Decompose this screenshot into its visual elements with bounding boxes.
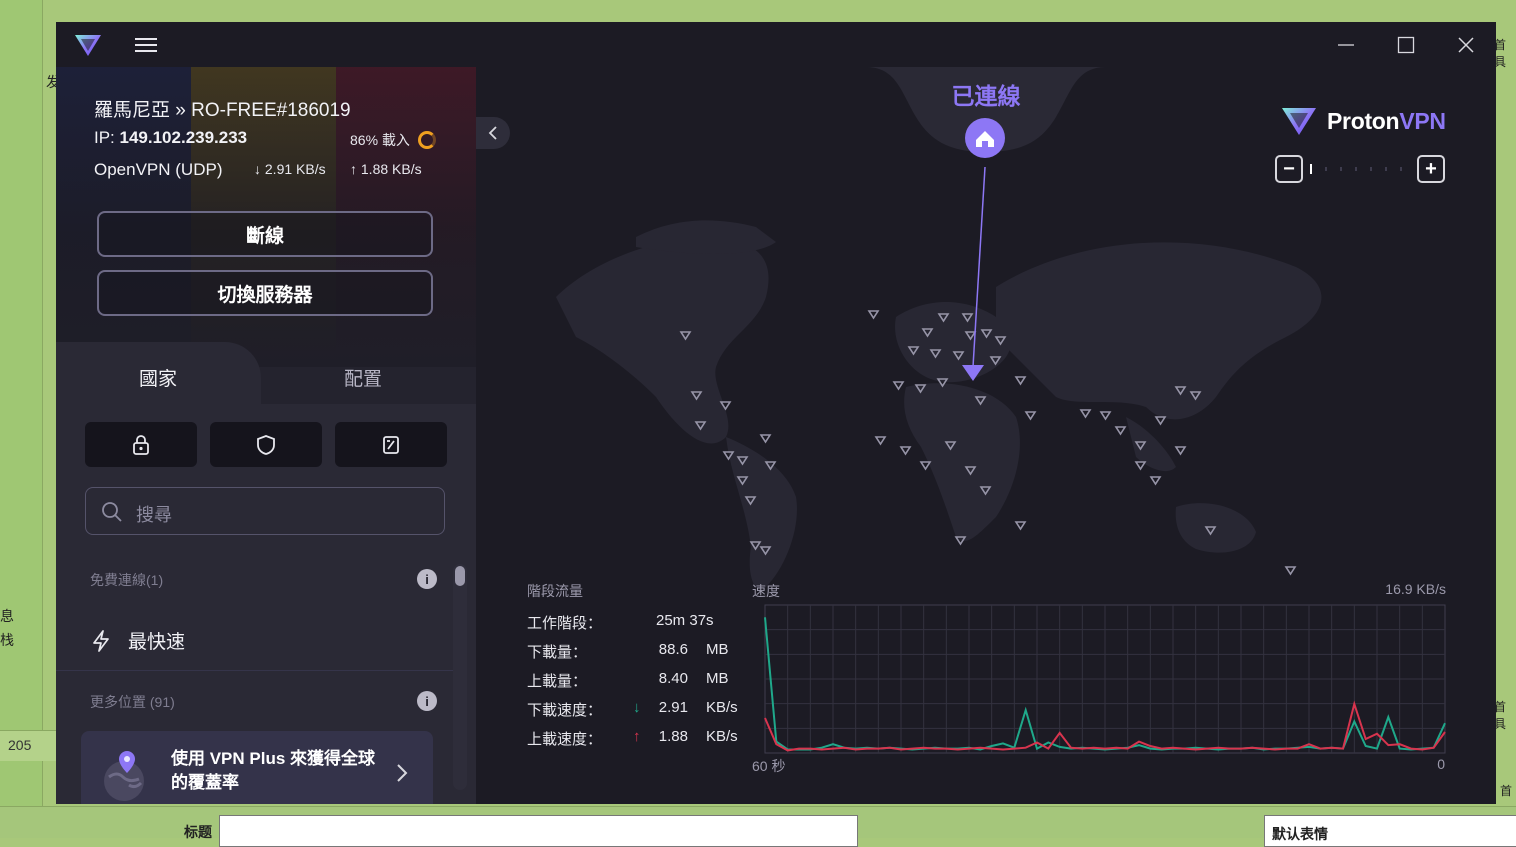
brand-name: ProtonVPN <box>1327 108 1446 135</box>
background-char: 首具 <box>1494 700 1507 731</box>
background-char: 息 <box>0 608 14 624</box>
stat-value: 8.40 <box>658 670 688 687</box>
disconnect-button[interactable]: 斷線 <box>97 211 433 257</box>
map-panel: 已連線 ProtonVPN − + 階段流量 工作階段： 25m 37s 下載量： 8… <box>476 67 1496 804</box>
chart-title: 速度 <box>752 583 780 599</box>
maximize-button[interactable] <box>1377 22 1435 67</box>
lightning-icon <box>93 629 109 652</box>
minimize-icon <box>1338 43 1354 46</box>
background-char: 首具 <box>1494 38 1507 69</box>
background-label: 默认表情 <box>1272 826 1328 842</box>
proton-vpn-logo-icon <box>1282 108 1316 135</box>
stat-label: 下載量： <box>527 644 588 661</box>
scrollbar-thumb[interactable] <box>455 566 465 586</box>
minimize-button[interactable] <box>1317 22 1375 67</box>
session-traffic-title: 階段流量 <box>527 583 583 599</box>
more-locations-header: 更多位置 (91) <box>90 694 175 710</box>
fastest-label: 最快速 <box>128 632 186 653</box>
chart-ymax-label: 16.9 KB/s <box>1385 581 1446 597</box>
filter-secure-core[interactable] <box>85 422 197 467</box>
globe-pin-icon <box>104 751 144 801</box>
info-icon[interactable]: i <box>417 569 437 589</box>
chart-x-end-label: 0 <box>1437 756 1445 772</box>
stat-unit: KB/s <box>706 699 738 716</box>
zoom-slider[interactable] <box>1306 161 1416 177</box>
stat-label: 工作階段： <box>527 615 603 632</box>
close-button[interactable] <box>1437 22 1495 67</box>
world-map[interactable] <box>476 67 1496 804</box>
chevron-left-icon <box>488 126 497 140</box>
tab-bar: 國家 配置 <box>56 342 476 404</box>
stat-label: 上載量： <box>527 673 588 690</box>
free-servers-header: 免費連線(1) <box>90 572 164 588</box>
menu-icon[interactable] <box>135 34 157 54</box>
collapse-sidebar-button[interactable] <box>476 117 510 149</box>
chevron-right-icon <box>397 764 408 782</box>
background-char: 首 <box>1500 784 1513 798</box>
protocol: OpenVPN (UDP) <box>94 160 223 179</box>
sidebar: 羅馬尼亞 » RO-FREE#186019 IP: 149.102.239.23… <box>56 67 476 804</box>
background-char: 栈 <box>0 632 14 648</box>
title-bar <box>56 22 1496 67</box>
proton-logo-icon <box>75 35 101 56</box>
info-icon[interactable]: i <box>417 691 437 711</box>
load-ring-icon <box>417 131 436 149</box>
switch-server-button[interactable]: 切換服務器 <box>97 270 433 316</box>
chart-x-start-label: 60 秒 <box>752 758 786 774</box>
background-label: 标题 <box>184 824 212 840</box>
stat-unit: MB <box>706 641 729 658</box>
upload-speed: ↑ 1.88 KB/s <box>350 161 422 177</box>
zoom-in-button[interactable]: + <box>1417 155 1445 183</box>
vpn-window: 羅馬尼亞 » RO-FREE#186019 IP: 149.102.239.23… <box>56 22 1496 804</box>
list-divider <box>56 670 453 671</box>
stat-value: 88.6 <box>658 641 688 658</box>
connection-status: 已連線 <box>951 83 1021 109</box>
proton-vpn-brand: ProtonVPN <box>1281 105 1446 137</box>
ip-address: IP: 149.102.239.233 <box>94 128 247 148</box>
stat-value: 1.88 <box>658 728 688 745</box>
filter-streaming[interactable] <box>335 422 447 467</box>
download-speed: ↓ 2.91 KB/s <box>254 161 326 177</box>
tab-countries[interactable]: 國家 <box>139 364 177 391</box>
stat-value: 25m 37s <box>656 612 714 629</box>
upgrade-promo-banner[interactable]: 使用 VPN Plus 來獲得全球的覆蓋率 <box>81 731 433 804</box>
continents <box>556 220 1322 590</box>
close-icon <box>1458 36 1474 53</box>
load-label: 86% 載入 <box>350 132 410 148</box>
fastest-server-item[interactable]: 最快速 <box>90 627 185 654</box>
brand-proton: Proton <box>1327 107 1400 134</box>
lock-icon <box>133 434 149 455</box>
stat-value: 2.91 <box>658 699 688 716</box>
filter-netshield[interactable] <box>210 422 322 467</box>
server-name: 羅馬尼亞 » RO-FREE#186019 <box>94 100 351 121</box>
stat-unit: KB/s <box>706 728 738 745</box>
shield-icon <box>257 434 275 455</box>
zoom-out-button[interactable]: − <box>1275 155 1303 183</box>
background-sidebar <box>0 0 43 837</box>
stat-unit: MB <box>706 670 729 687</box>
server-load: 86% 載入 <box>350 130 436 150</box>
tab-profiles[interactable]: 配置 <box>344 364 382 391</box>
stat-label: 下載速度： <box>527 702 603 719</box>
background-input[interactable] <box>219 815 858 847</box>
ip-value: 149.102.239.233 <box>119 128 248 147</box>
brand-vpn: VPN <box>1399 107 1446 134</box>
promo-text: 使用 VPN Plus 來獲得全球的覆蓋率 <box>171 749 376 792</box>
maximize-icon <box>1397 36 1415 53</box>
search-field[interactable]: 搜尋 <box>85 487 445 535</box>
streaming-icon <box>383 435 399 454</box>
background-number: 205 <box>8 737 32 753</box>
stat-label: 上載速度： <box>527 731 603 748</box>
scrollbar-track[interactable] <box>453 564 467 790</box>
search-placeholder: 搜尋 <box>136 505 172 525</box>
search-icon <box>102 502 122 522</box>
ip-label: IP: <box>94 128 120 147</box>
